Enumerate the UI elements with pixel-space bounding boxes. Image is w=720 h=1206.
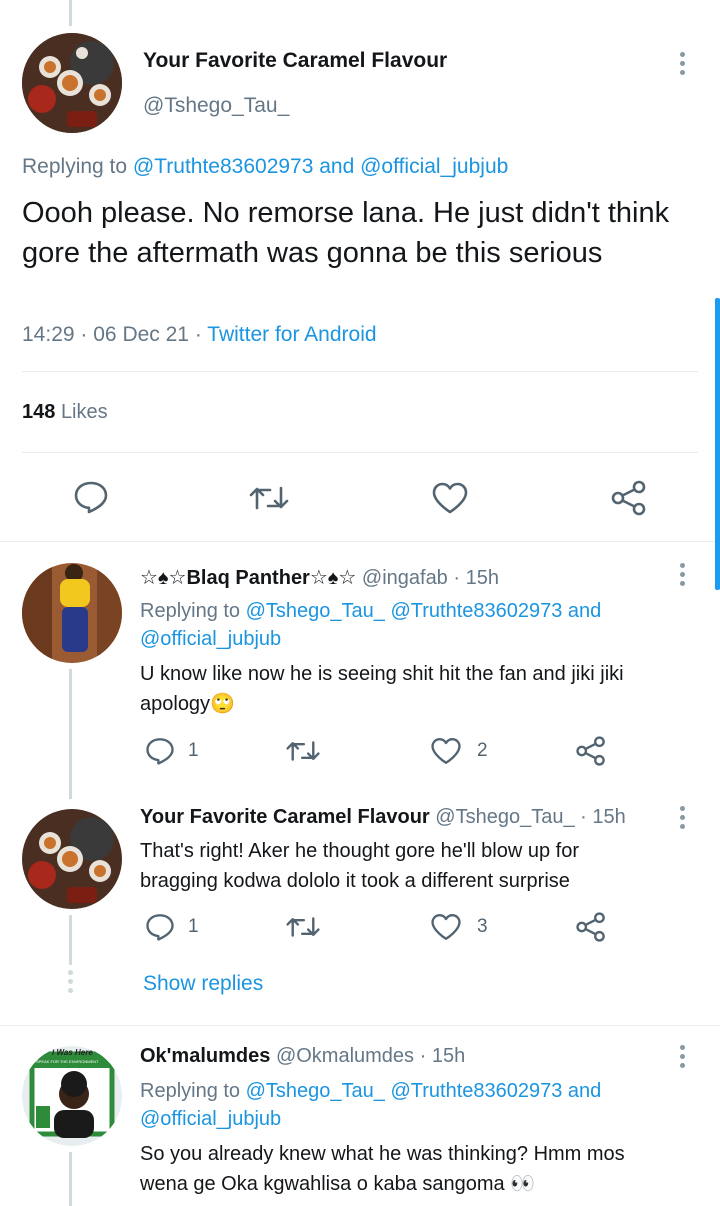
share-icon[interactable] (575, 911, 607, 943)
divider (0, 541, 720, 542)
tweet-source[interactable]: Twitter for Android (207, 323, 376, 346)
reply-header: ☆♠☆Blaq Panther☆♠☆ @ingafab · 15h (140, 565, 499, 590)
main-tweet-more-icon[interactable] (680, 52, 686, 79)
reply-text-line: wena ge Oka kgwahlisa o kaba sangoma 👀 (140, 1173, 536, 1195)
reply-icon[interactable] (73, 480, 109, 514)
reply-avatar[interactable] (22, 809, 122, 909)
main-tweet-replying-line: Replying to @Truthte83602973 and @offici… (22, 155, 508, 179)
show-replies-link[interactable]: Show replies (143, 972, 263, 996)
like-icon[interactable] (430, 736, 462, 766)
avatar-sign-text: I Was Here (52, 1048, 93, 1057)
main-tweet-handle[interactable]: @Tshego_Tau_ (143, 94, 289, 118)
scrollbar[interactable] (715, 298, 720, 590)
meta-separator: · (580, 806, 587, 828)
reply-icon[interactable] (145, 736, 175, 766)
reply-text: U know like now he is seeing shit hit th… (140, 659, 624, 719)
reply-text: So you already knew what he was thinking… (140, 1139, 625, 1199)
reply-more-icon[interactable] (680, 806, 686, 833)
likes-label: Likes (60, 401, 108, 423)
main-tweet-meta: 14:29 · 06 Dec 21 · Twitter for Android (22, 323, 377, 347)
reply-text-line: That's right! Aker he thought gore he'll… (140, 840, 580, 862)
replying-to-handles[interactable]: @official_jubjub (140, 628, 281, 650)
likes-stat[interactable]: 148 Likes (22, 401, 108, 424)
retweet-icon[interactable] (248, 482, 290, 514)
like-icon[interactable] (431, 481, 469, 515)
more-replies-dots (68, 970, 74, 997)
reply-age: 15h (592, 806, 626, 828)
reply-text-line: bragging kodwa dololo it took a differen… (140, 870, 570, 892)
reply-author-name[interactable]: Your Favorite Caramel Flavour (140, 806, 430, 828)
thread-connector (69, 669, 72, 799)
like-count: 2 (477, 740, 488, 761)
main-tweet-text: Oooh please. No remorse lana. He just di… (22, 197, 670, 269)
replying-to-handles[interactable]: @official_jubjub (140, 1108, 281, 1130)
reply-author-name[interactable]: ☆♠☆Blaq Panther☆♠☆ (140, 567, 356, 589)
reply-replying-line: Replying to @Tshego_Tau_ @Truthte8360297… (140, 1077, 601, 1133)
thread-connector (69, 1152, 72, 1206)
main-tweet-avatar[interactable] (22, 33, 122, 133)
divider (22, 371, 698, 372)
reply-text: That's right! Aker he thought gore he'll… (140, 836, 579, 896)
meta-separator: · (453, 567, 461, 589)
reply-header: Your Favorite Caramel Flavour @Tshego_Ta… (140, 806, 626, 829)
replying-to-prefix: Replying to (140, 1080, 241, 1102)
replying-to-handles[interactable]: @Truthte83602973 and @official_jubjub (133, 155, 508, 178)
main-tweet-author-name[interactable]: Your Favorite Caramel Flavour (143, 49, 447, 73)
replying-to-handles[interactable]: @Tshego_Tau_ @Truthte83602973 and (246, 1080, 602, 1102)
reply-replying-line: Replying to @Tshego_Tau_ @Truthte8360297… (140, 597, 601, 653)
reply-text-line: So you already knew what he was thinking… (140, 1143, 625, 1165)
share-icon[interactable] (575, 735, 607, 767)
reply-text-line: U know like now he is seeing shit hit th… (140, 663, 624, 685)
reply-more-icon[interactable] (680, 1045, 686, 1072)
reply-icon[interactable] (145, 912, 175, 942)
reply-handle[interactable]: @ingafab (362, 567, 448, 589)
likes-count: 148 (22, 401, 56, 423)
reply-header: Ok'malumdes @Okmalumdes · 15h (140, 1045, 465, 1068)
divider (0, 1025, 720, 1026)
tweet-date: 06 Dec 21 (93, 323, 189, 346)
reply-more-icon[interactable] (680, 563, 686, 590)
meta-separator: · (419, 1045, 427, 1067)
retweet-icon[interactable] (285, 913, 321, 941)
reply-text-line: apology🙄 (140, 693, 235, 715)
like-icon[interactable] (430, 912, 462, 942)
replying-to-prefix: Replying to (140, 600, 241, 622)
reply-handle[interactable]: @Tshego_Tau_ (435, 806, 574, 828)
retweet-icon[interactable] (285, 737, 321, 765)
like-count: 3 (477, 916, 488, 937)
reply-age: 15h (431, 1045, 466, 1067)
tweet-time: 14:29 (22, 323, 75, 346)
divider (22, 452, 698, 453)
thread-connector (69, 915, 72, 965)
reply-count: 1 (188, 916, 199, 937)
reply-count: 1 (188, 740, 199, 761)
replying-to-handles[interactable]: @Tshego_Tau_ @Truthte83602973 and (246, 600, 602, 622)
share-icon[interactable] (610, 480, 648, 516)
meta-separator: · (80, 323, 88, 346)
reply-avatar[interactable]: I Was Here SPEAK FOR THE ENVIRONMENT (22, 1046, 122, 1146)
thread-connector-top (69, 0, 72, 26)
replying-to-prefix: Replying to (22, 155, 128, 178)
reply-avatar[interactable] (22, 563, 122, 663)
meta-separator: · (194, 323, 202, 346)
reply-age: 15h (465, 567, 499, 589)
avatar-sign-text: SPEAK FOR THE ENVIRONMENT (36, 1059, 99, 1064)
reply-handle[interactable]: @Okmalumdes (276, 1045, 414, 1067)
reply-author-name[interactable]: Ok'malumdes (140, 1045, 270, 1067)
